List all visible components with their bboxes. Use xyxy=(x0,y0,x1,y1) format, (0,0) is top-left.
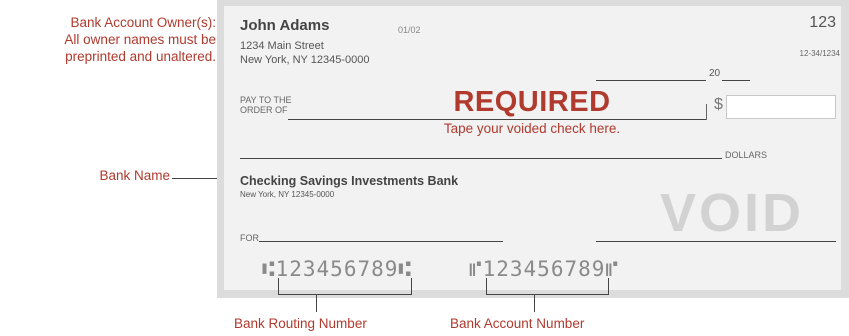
owner-city: New York, NY 12345-0000 xyxy=(240,54,370,66)
signature-line xyxy=(596,241,836,242)
routing-pointer-line xyxy=(316,294,317,312)
dollars-label: DOLLARS xyxy=(725,150,768,160)
pay-to-label: PAY TO THE ORDER OF xyxy=(240,95,292,115)
account-number-label: Bank Account Number xyxy=(450,316,585,331)
void-stamp: VOID xyxy=(660,183,805,243)
memo-line xyxy=(259,241,503,242)
amount-box xyxy=(726,95,836,119)
written-amount-line xyxy=(240,158,722,159)
owner-annotation-line3: preprinted and unaltered. xyxy=(65,49,216,64)
dollar-sign: $ xyxy=(714,96,723,113)
tape-instruction: Tape your voided check here. xyxy=(443,121,621,136)
account-bracket-bottom xyxy=(486,294,609,295)
owner-annotation: Bank Account Owner(s): All owner names m… xyxy=(4,14,216,65)
bank-name-annotation: Bank Name xyxy=(99,168,170,183)
date-code: 01/02 xyxy=(398,25,421,35)
owner-address: 1234 Main Street New York, NY 12345-0000 xyxy=(240,39,369,67)
micr-account-number: ⑈123456789⑈ xyxy=(469,257,619,281)
memo-label: FOR xyxy=(240,233,259,243)
pay-to-line2: ORDER OF xyxy=(240,105,288,115)
routing-bracket-bottom xyxy=(278,294,412,295)
payee-line xyxy=(288,119,706,120)
owner-name: John Adams xyxy=(240,17,330,34)
date-line xyxy=(596,80,706,81)
owner-street: 1234 Main Street xyxy=(240,40,324,52)
date-year-prefix: 20 xyxy=(709,68,721,79)
amount-separator xyxy=(706,104,707,120)
bank-name: Checking Savings Investments Bank xyxy=(240,174,459,188)
account-pointer-line xyxy=(534,294,535,312)
routing-bracket-right xyxy=(411,278,412,294)
owner-annotation-title: Bank Account Owner(s): xyxy=(70,15,216,30)
routing-number-label: Bank Routing Number xyxy=(234,316,367,331)
check-number: 123 xyxy=(809,14,836,31)
account-bracket-left xyxy=(486,278,487,294)
micr-routing-number: ⑆123456789⑆ xyxy=(262,257,412,281)
date-year-line xyxy=(722,80,750,81)
routing-bracket-left xyxy=(278,278,279,294)
bank-address: New York, NY 12345-0000 xyxy=(240,190,335,199)
account-bracket-right xyxy=(608,278,609,294)
required-heading: REQUIRED xyxy=(453,86,611,118)
owner-annotation-line2: All owner names must be xyxy=(64,32,216,47)
pay-to-line1: PAY TO THE xyxy=(240,95,292,105)
fraction-routing-code: 12-34/1234 xyxy=(799,49,840,58)
